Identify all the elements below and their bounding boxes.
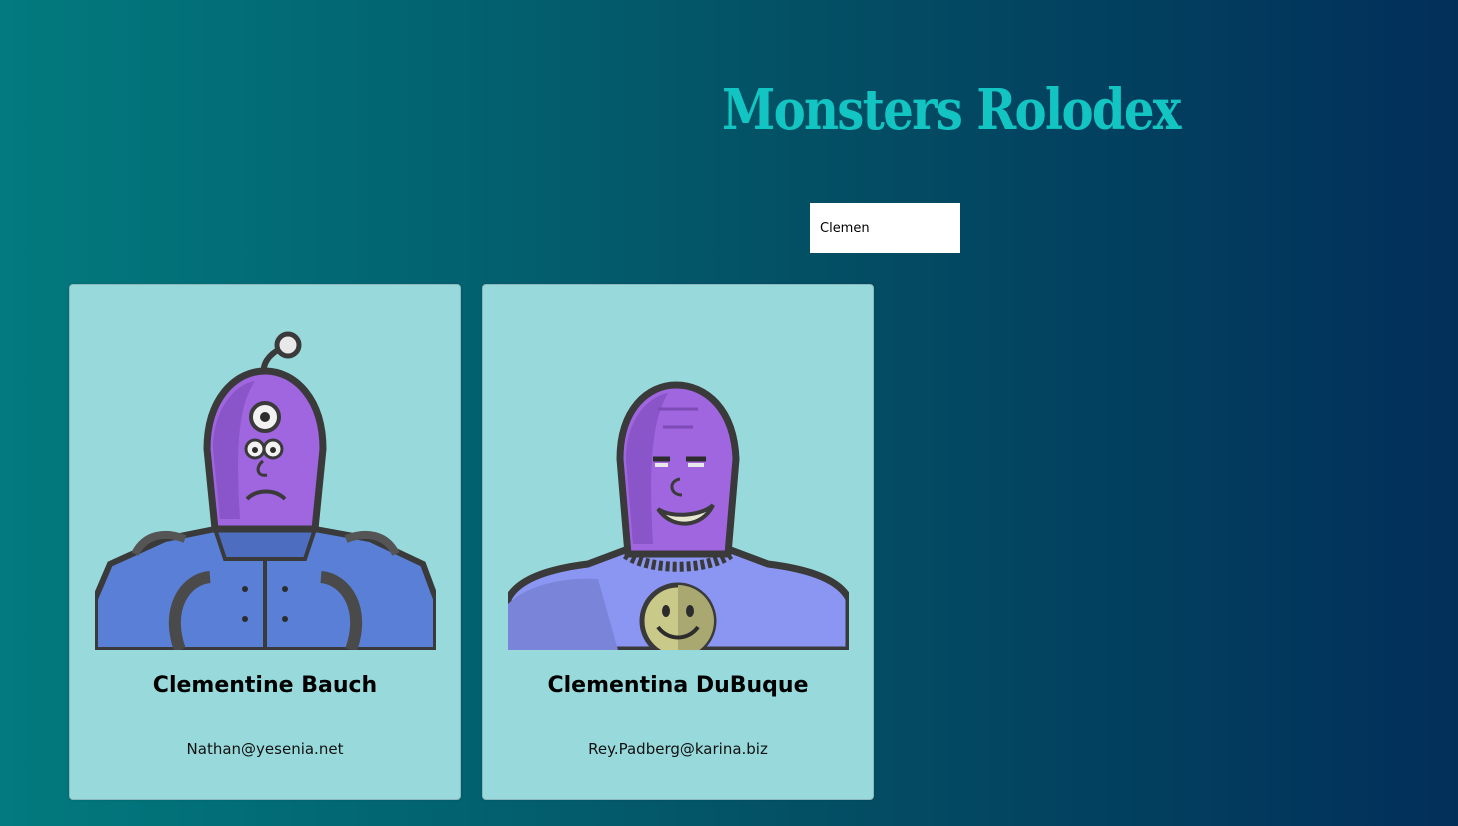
monster-card[interactable]: Clementine Bauch Nathan@yesenia.net — [69, 284, 461, 800]
monster-email: Nathan@yesenia.net — [186, 740, 344, 758]
three-eyed-robot-monster-icon — [95, 309, 436, 650]
monster-name: Clementina DuBuque — [547, 673, 809, 698]
smiley-shirt-monster-icon — [508, 309, 849, 650]
monster-card[interactable]: Clementina DuBuque Rey.Padberg@karina.bi… — [482, 284, 874, 800]
monster-email: Rey.Padberg@karina.biz — [588, 740, 768, 758]
search-input[interactable] — [810, 203, 960, 253]
monster-name: Clementine Bauch — [152, 673, 378, 698]
page-title: Monsters Rolodex — [722, 77, 1181, 143]
